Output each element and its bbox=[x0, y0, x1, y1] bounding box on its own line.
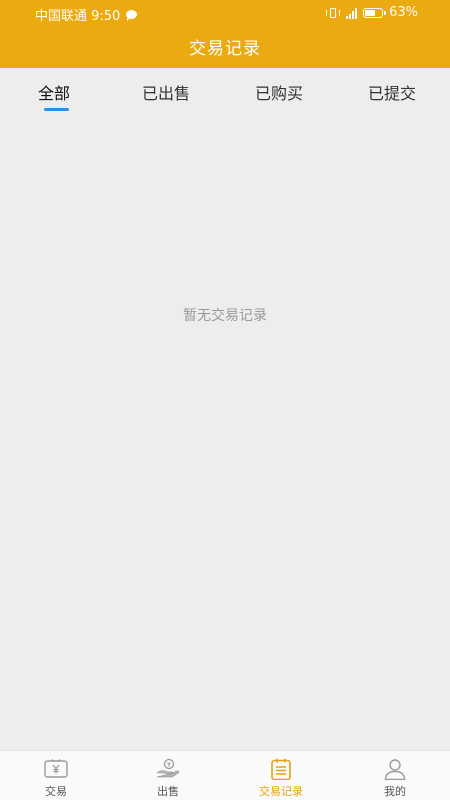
nav-item-sell[interactable]: 出售 bbox=[118, 751, 218, 800]
nav-label-sell: 出售 bbox=[157, 785, 179, 798]
tab-sold[interactable]: 已出售 bbox=[142, 80, 190, 104]
battery-fill bbox=[365, 9, 376, 16]
empty-state-message: 暂无交易记录 bbox=[183, 308, 267, 324]
page-title: 交易记录 bbox=[189, 39, 261, 59]
hand-coin-icon bbox=[156, 758, 180, 778]
vibrate-icon bbox=[326, 7, 341, 19]
app-screen: 中国联通 9:50 63% 交易记录 全部 已出售 已购买 已提交 暂无交易记录 bbox=[0, 0, 450, 800]
status-left: 中国联通 9:50 bbox=[35, 5, 138, 24]
battery-percent: 63% bbox=[389, 5, 418, 20]
tab-bar: 全部 已出售 已购买 已提交 bbox=[0, 68, 450, 114]
tab-active-indicator bbox=[44, 108, 69, 111]
message-notification-icon bbox=[126, 10, 138, 21]
carrier-time: 中国联通 9:50 bbox=[35, 9, 121, 24]
user-profile-icon bbox=[384, 759, 406, 780]
signal-icon bbox=[346, 7, 358, 19]
tab-submitted[interactable]: 已提交 bbox=[368, 80, 416, 104]
status-bar: 中国联通 9:50 63% bbox=[0, 0, 450, 26]
nav-label-trade: 交易 bbox=[45, 785, 67, 798]
nav-label-records: 交易记录 bbox=[259, 785, 303, 798]
tab-all[interactable]: 全部 bbox=[38, 80, 70, 104]
nav-item-records[interactable]: 交易记录 bbox=[231, 751, 331, 800]
header-bar: 中国联通 9:50 63% 交易记录 bbox=[0, 0, 450, 68]
tab-bought[interactable]: 已购买 bbox=[255, 80, 303, 104]
yen-ticket-icon bbox=[44, 759, 68, 778]
nav-item-trade[interactable]: 交易 bbox=[6, 751, 106, 800]
status-right: 63% bbox=[326, 5, 418, 20]
clipboard-list-icon bbox=[271, 758, 291, 780]
nav-label-mine: 我的 bbox=[384, 785, 406, 798]
battery-icon bbox=[363, 7, 387, 18]
bottom-nav: 交易 出售 交易记录 我的 bbox=[0, 750, 450, 800]
nav-item-mine[interactable]: 我的 bbox=[345, 751, 445, 800]
